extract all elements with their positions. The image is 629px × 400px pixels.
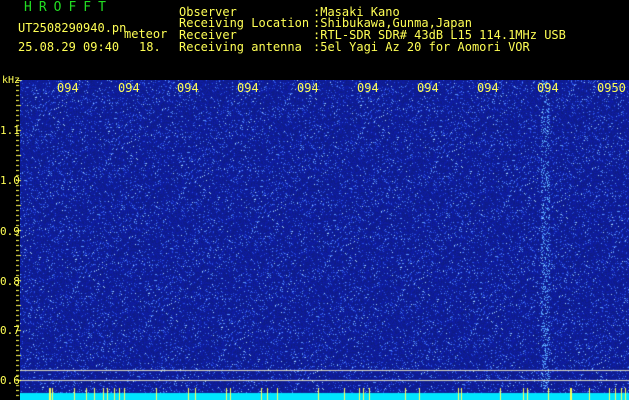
antenna-value: :5el Yagi Az 20 for Aomori VOR xyxy=(313,40,530,54)
meteor-count: 18. xyxy=(139,40,161,54)
time-tick-label: 094 xyxy=(537,81,559,95)
app-title: HROFFT xyxy=(24,0,113,15)
time-tick-label: 094 xyxy=(177,81,199,95)
y-tick-label: 0.7 xyxy=(0,324,20,337)
meteor-label: meteor xyxy=(124,27,168,41)
y-tick-label: 1.1 xyxy=(0,124,20,137)
date-time: 25.08.29 09:40 xyxy=(18,40,120,54)
hrofft-window: HROFFT UT2508290940.pn meteor 25.08.29 0… xyxy=(0,0,629,400)
y-tick-label: 0.6 xyxy=(0,374,20,387)
time-tick-label: 094 xyxy=(297,81,319,95)
y-tick-label: 1.0 xyxy=(0,174,20,187)
antenna-label: Receiving antenna xyxy=(179,40,302,54)
time-tick-label: 0950 xyxy=(597,81,626,95)
y-tick-label: 0.9 xyxy=(0,225,20,238)
time-tick-label: 094 xyxy=(417,81,439,95)
y-tick-label: 0.8 xyxy=(0,275,20,288)
time-tick-label: 094 xyxy=(118,81,140,95)
time-tick-label: 094 xyxy=(237,81,259,95)
spectrogram-image xyxy=(20,80,629,400)
time-tick-label: 094 xyxy=(57,81,79,95)
frequency-unit-label: kHz xyxy=(2,75,21,86)
time-tick-label: 094 xyxy=(477,81,499,95)
time-tick-label: 094 xyxy=(357,81,379,95)
file-name: UT2508290940.pn xyxy=(18,21,127,35)
